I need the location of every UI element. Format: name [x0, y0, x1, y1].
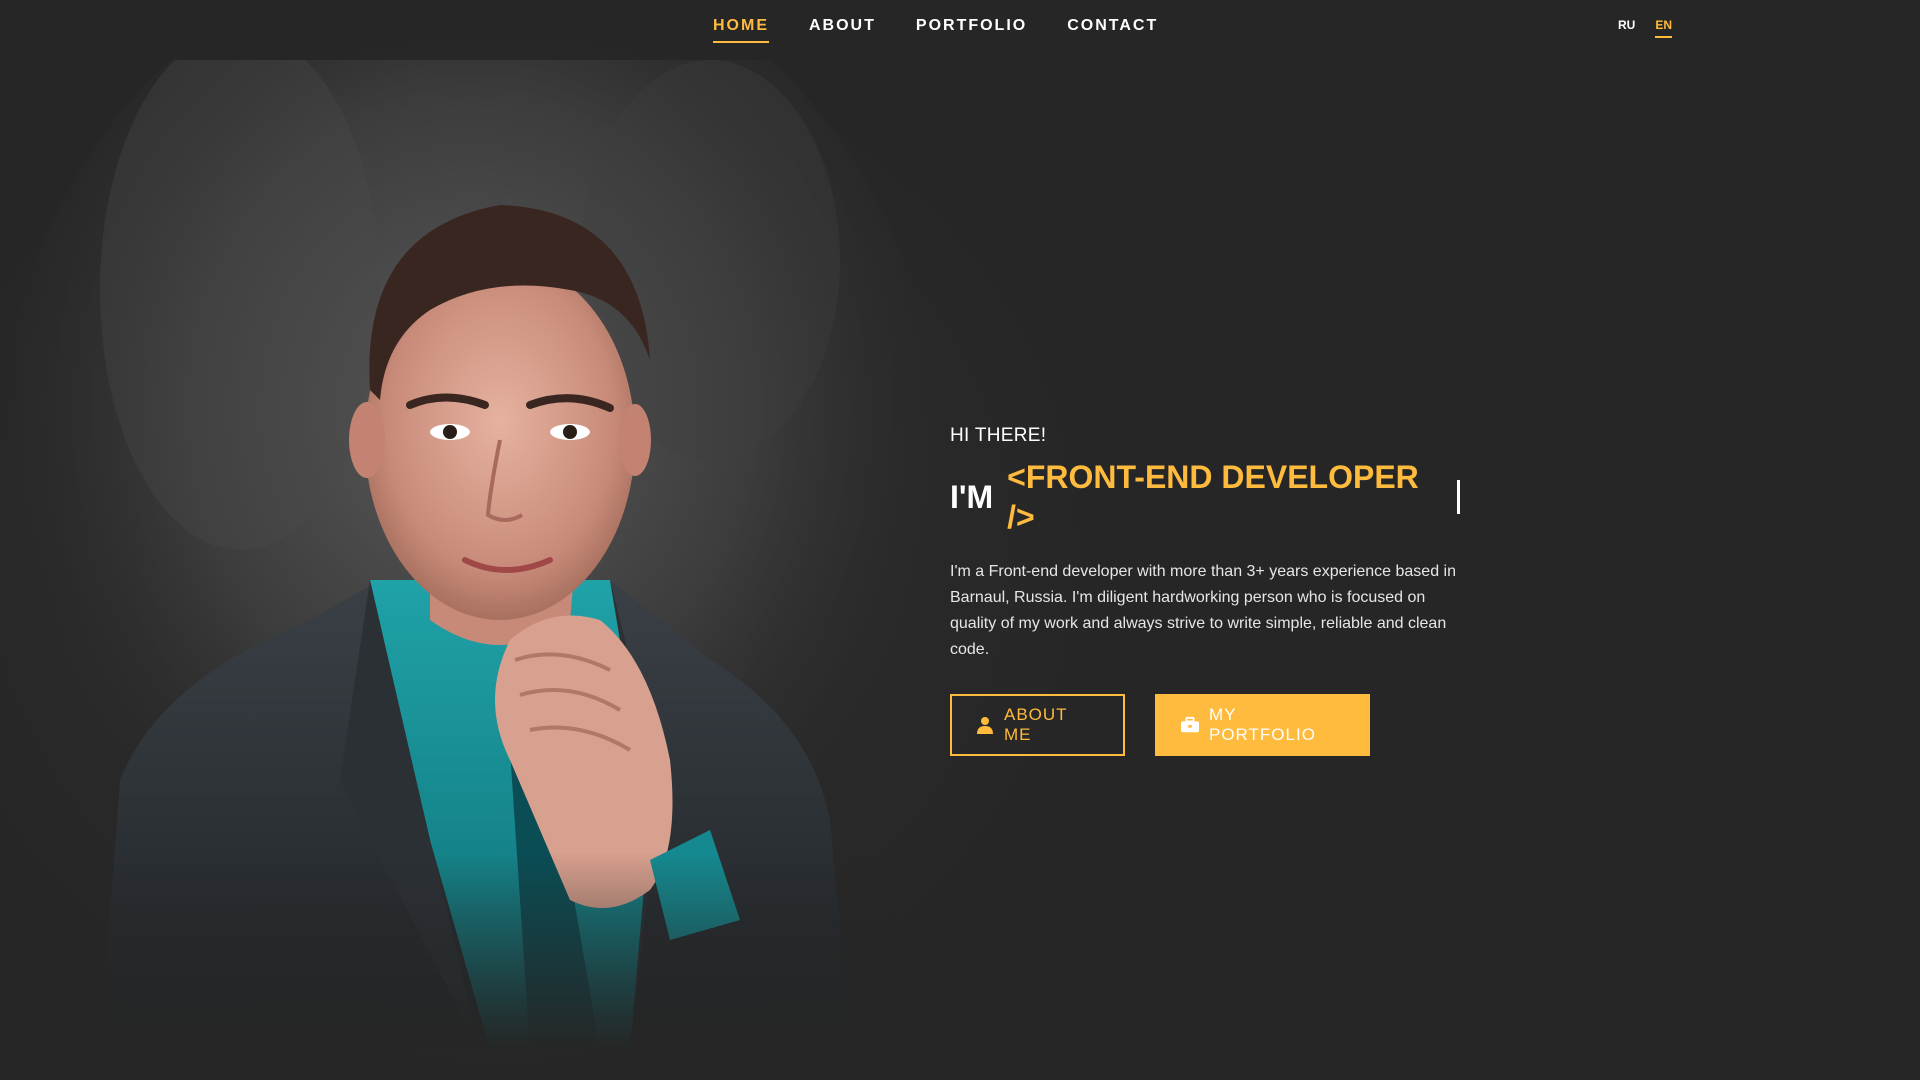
- headline-prefix: I'M: [950, 479, 994, 515]
- page: HOME ABOUT PORTFOLIO CONTACT RU EN HI TH…: [0, 0, 1920, 1080]
- hero-intro: HI THERE! I'M <FRONT-END DEVELOPER /> I'…: [950, 425, 1460, 756]
- nav-link-portfolio[interactable]: PORTFOLIO: [916, 13, 1027, 43]
- lang-ru[interactable]: RU: [1618, 18, 1635, 38]
- nav-link-about[interactable]: ABOUT: [809, 13, 876, 43]
- briefcase-icon: [1181, 716, 1199, 734]
- my-portfolio-button[interactable]: MY PORTFOLIO: [1155, 694, 1370, 756]
- lang-en[interactable]: EN: [1655, 18, 1672, 38]
- nav-menu: HOME ABOUT PORTFOLIO CONTACT: [713, 13, 1198, 43]
- headline-role: <FRONT-END DEVELOPER />: [1007, 459, 1419, 535]
- user-icon: [976, 716, 994, 734]
- my-portfolio-label: MY PORTFOLIO: [1209, 705, 1316, 744]
- hero-headline: I'M <FRONT-END DEVELOPER />: [950, 457, 1460, 537]
- about-me-button[interactable]: ABOUT ME: [950, 694, 1125, 756]
- nav-link-home[interactable]: HOME: [713, 13, 769, 43]
- hero-buttons: ABOUT ME MY PORTFOLIO: [950, 694, 1460, 756]
- nav-link-contact[interactable]: CONTACT: [1067, 13, 1158, 43]
- hero-greeting: HI THERE!: [950, 425, 1047, 446]
- portrait-photo: [10, 60, 970, 1050]
- typing-cursor: [1457, 480, 1460, 514]
- about-me-label: ABOUT ME: [1004, 705, 1068, 744]
- top-navigation: HOME ABOUT PORTFOLIO CONTACT RU EN: [0, 0, 1920, 60]
- language-switcher: RU EN: [1618, 18, 1672, 38]
- hero-bio: I'm a Front-end developer with more than…: [950, 563, 1456, 658]
